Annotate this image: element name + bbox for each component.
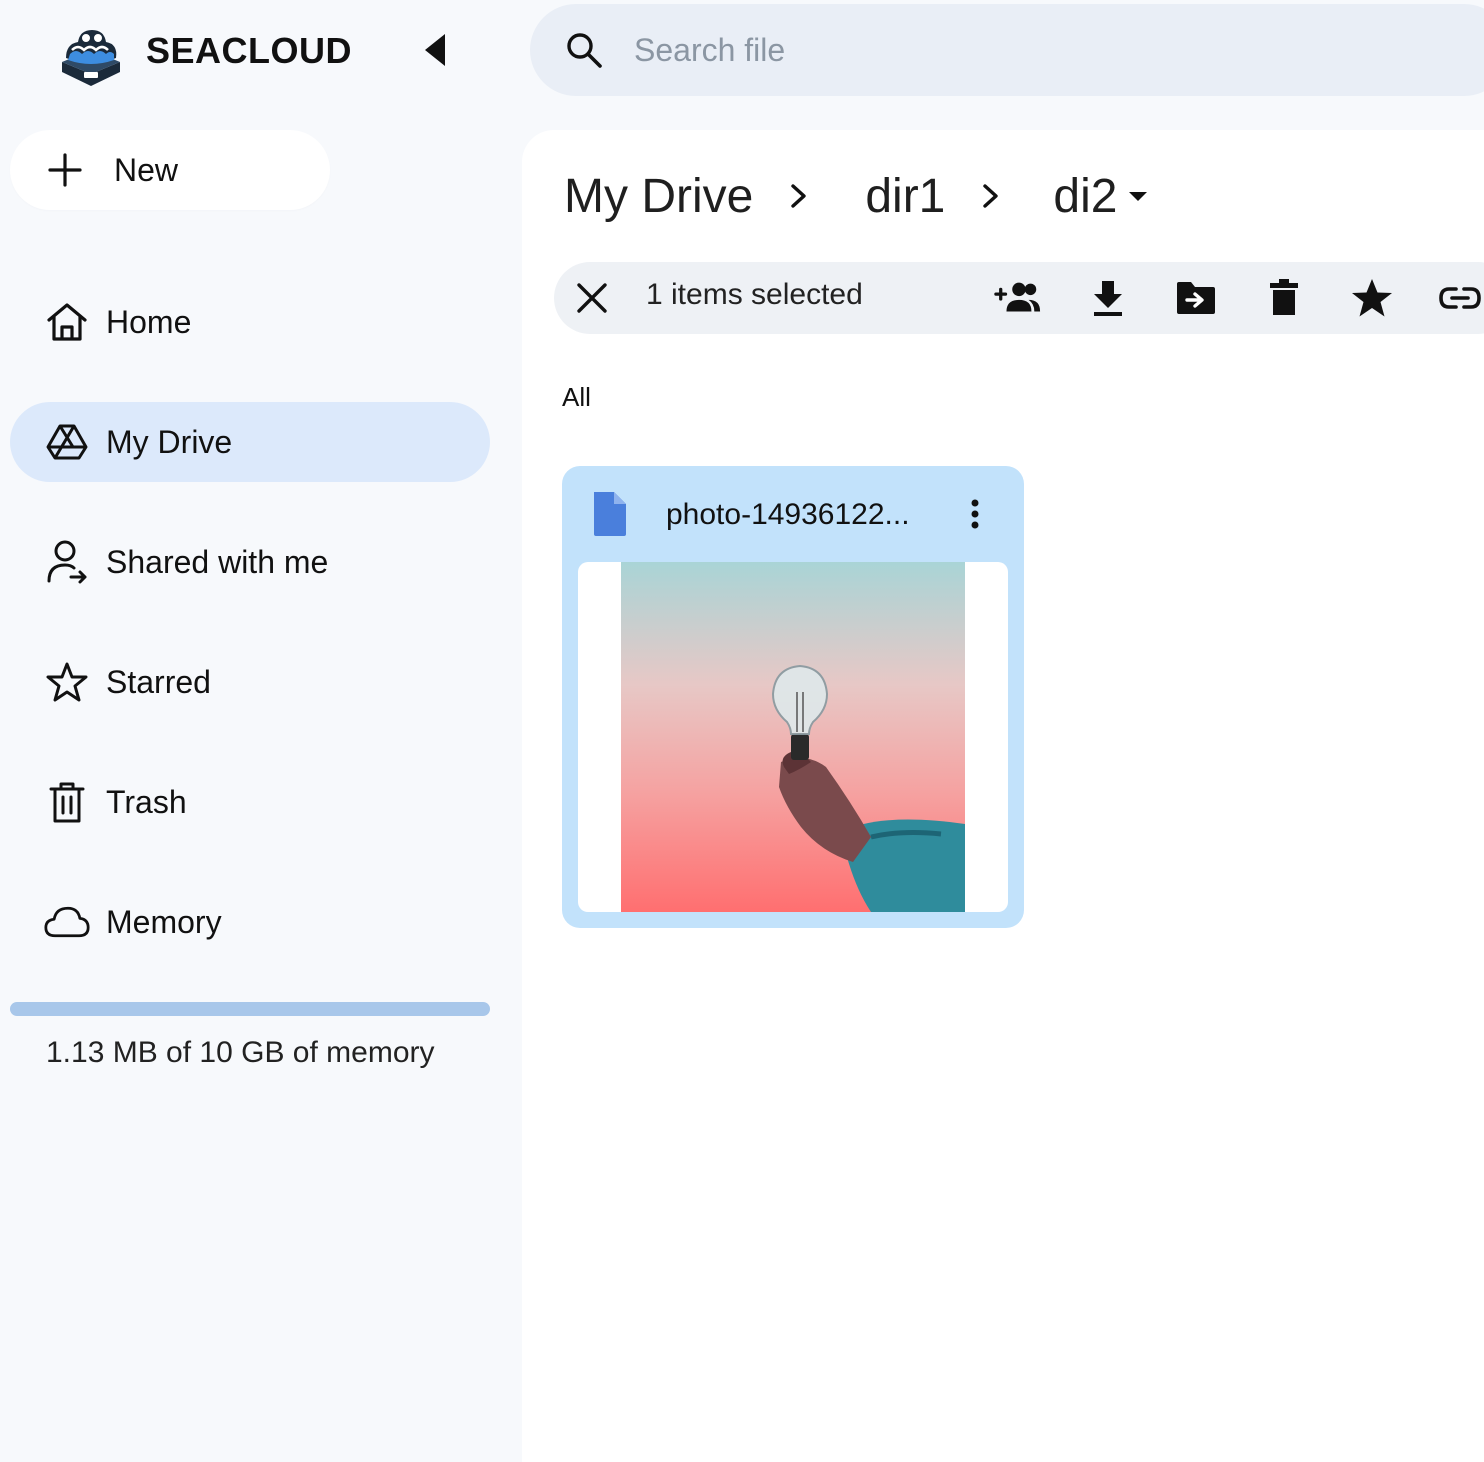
clear-selection-button[interactable] <box>570 276 614 320</box>
add-people-icon <box>994 282 1041 312</box>
sidebar-item-starred[interactable]: Starred <box>10 642 490 722</box>
file-thumbnail <box>578 562 1008 912</box>
storage-usage-text: 1.13 MB of 10 GB of memory <box>46 1036 435 1069</box>
breadcrumb-item-dir1[interactable]: dir1 <box>865 169 945 224</box>
new-button[interactable]: New <box>10 130 330 210</box>
chevron-right-icon <box>789 182 817 210</box>
new-button-label: New <box>114 151 179 188</box>
search-icon[interactable] <box>564 30 604 70</box>
drive-icon <box>44 419 90 465</box>
breadcrumb: My Drive dir1 di2 <box>564 166 1151 226</box>
delete-button[interactable] <box>1260 274 1308 322</box>
lightbulb-photo-thumbnail <box>621 562 965 912</box>
delete-icon <box>1270 279 1298 315</box>
file-card[interactable]: photo-14936122... <box>562 466 1024 928</box>
seacloud-logo-icon <box>62 30 120 86</box>
brand: SEACLOUD <box>56 14 352 88</box>
sidebar-item-label: Home <box>106 303 192 340</box>
sidebar-item-label: Shared with me <box>106 543 329 580</box>
sidebar-item-label: Starred <box>106 663 211 700</box>
close-icon <box>577 283 607 313</box>
move-to-folder-icon <box>1177 282 1215 314</box>
star-icon <box>1352 279 1392 317</box>
cloud-icon <box>44 899 90 945</box>
move-button[interactable] <box>1172 274 1220 322</box>
search-bar <box>530 4 1484 96</box>
breadcrumb-item-my-drive[interactable]: My Drive <box>564 169 753 224</box>
storage-progress-fill <box>10 1002 490 1016</box>
collapse-sidebar-button[interactable] <box>414 28 454 72</box>
star-button[interactable] <box>1348 274 1396 322</box>
sidebar-item-memory[interactable]: Memory <box>10 882 490 962</box>
link-icon <box>1439 287 1481 309</box>
search-input[interactable] <box>634 31 1334 69</box>
sidebar-item-label: Memory <box>106 903 222 940</box>
brand-name: SEACLOUD <box>146 30 353 71</box>
caret-left-icon <box>425 34 445 66</box>
download-button[interactable] <box>1084 274 1132 322</box>
shared-person-icon <box>44 539 90 585</box>
sidebar-item-shared-with-me[interactable]: Shared with me <box>10 522 490 602</box>
main-panel: My Drive dir1 di2 1 items selected All p… <box>522 130 1484 1462</box>
document-icon <box>594 492 626 536</box>
more-vertical-icon <box>971 499 979 529</box>
file-more-button[interactable] <box>958 494 992 534</box>
file-name: photo-14936122... <box>666 498 910 531</box>
share-button[interactable] <box>994 274 1042 322</box>
trash-icon <box>44 779 90 825</box>
section-label-all: All <box>562 382 591 412</box>
star-outline-icon <box>44 659 90 705</box>
selection-count: 1 items selected <box>646 278 863 311</box>
sidebar-item-label: Trash <box>106 783 187 820</box>
sidebar-item-trash[interactable]: Trash <box>10 762 490 842</box>
chevron-right-icon <box>981 182 1009 210</box>
storage-progress-bar <box>10 1002 490 1016</box>
sidebar-item-home[interactable]: Home <box>10 282 490 362</box>
download-icon <box>1094 281 1122 316</box>
sidebar-item-label: My Drive <box>106 423 233 460</box>
plus-icon <box>48 153 82 187</box>
sidebar-item-my-drive[interactable]: My Drive <box>10 402 490 482</box>
selection-toolbar: 1 items selected <box>554 262 1484 334</box>
breadcrumb-item-current[interactable]: di2 <box>1053 169 1117 224</box>
home-icon <box>44 299 90 345</box>
copy-link-button[interactable] <box>1436 274 1484 322</box>
caret-down-icon[interactable] <box>1125 183 1151 209</box>
sidebar: SEACLOUD New Home My Drive Shared with m… <box>0 0 522 1462</box>
